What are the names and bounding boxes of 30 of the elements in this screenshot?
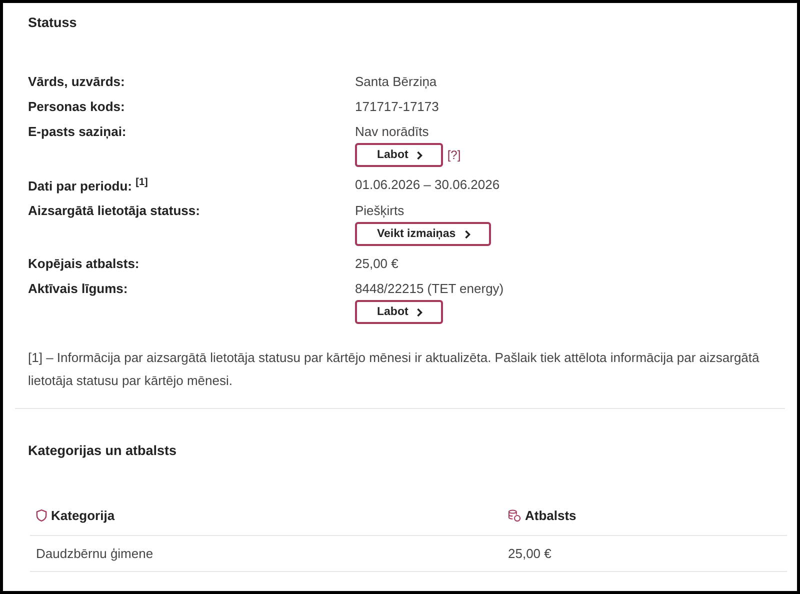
field-label: Aizsargātā lietotāja statuss: <box>28 203 201 220</box>
chevron-right-icon <box>416 150 424 160</box>
field-label: Personas kods: <box>28 99 126 114</box>
field-value: 25,00 € <box>355 256 400 272</box>
column-header: Kategorija <box>36 508 115 524</box>
field-value: 8448/22215 (TET energy) <box>355 281 505 296</box>
field-label: Dati par periodu: $^{[1]}$ <box>28 177 149 194</box>
field-label: E-pasts saziņai: <box>28 124 128 141</box>
section-title: Statuss <box>28 15 78 30</box>
field-label: Aktīvais līgums: <box>28 281 129 298</box>
field-value: 171717-17173 <box>355 99 440 114</box>
table-cell: Daudzbērnu ģimene <box>30 536 502 572</box>
section-title: Kategorijas un atbalsts <box>28 443 178 458</box>
chevron-right-icon <box>416 308 424 317</box>
table-cell: 25,00 € <box>502 536 787 572</box>
field-label: Kopējais atbalsts: <box>28 256 140 272</box>
edit-button[interactable]: Labot <box>355 300 444 324</box>
help-link[interactable]: [?] <box>447 148 461 162</box>
field-value: Nav norādīts <box>355 124 430 139</box>
footnote-text: [1] – Informācija par aizsargātā lietotāja statusu par kārtējo mēnesi ir aktualizēta. Pašlaik tiek attēlota informācija par aizsargātā lietotāja statusu par kārtējo mēnesi. <box>28 349 760 390</box>
edit-button[interactable]: Labot <box>355 143 444 167</box>
field-value: Piešķirts <box>355 203 406 218</box>
field-value: 01.06.2026 – 30.06.2026 <box>355 177 501 192</box>
chevron-right-icon <box>464 230 471 239</box>
shield-icon <box>36 509 47 522</box>
field-label: Vārds, uzvārds: <box>28 74 126 89</box>
column-header: Atbalsts <box>508 508 576 524</box>
coins-icon <box>508 509 521 522</box>
edit-button[interactable]: Veikt izmaiņas <box>355 222 491 246</box>
field-value: Santa Bērziņa <box>355 74 438 89</box>
